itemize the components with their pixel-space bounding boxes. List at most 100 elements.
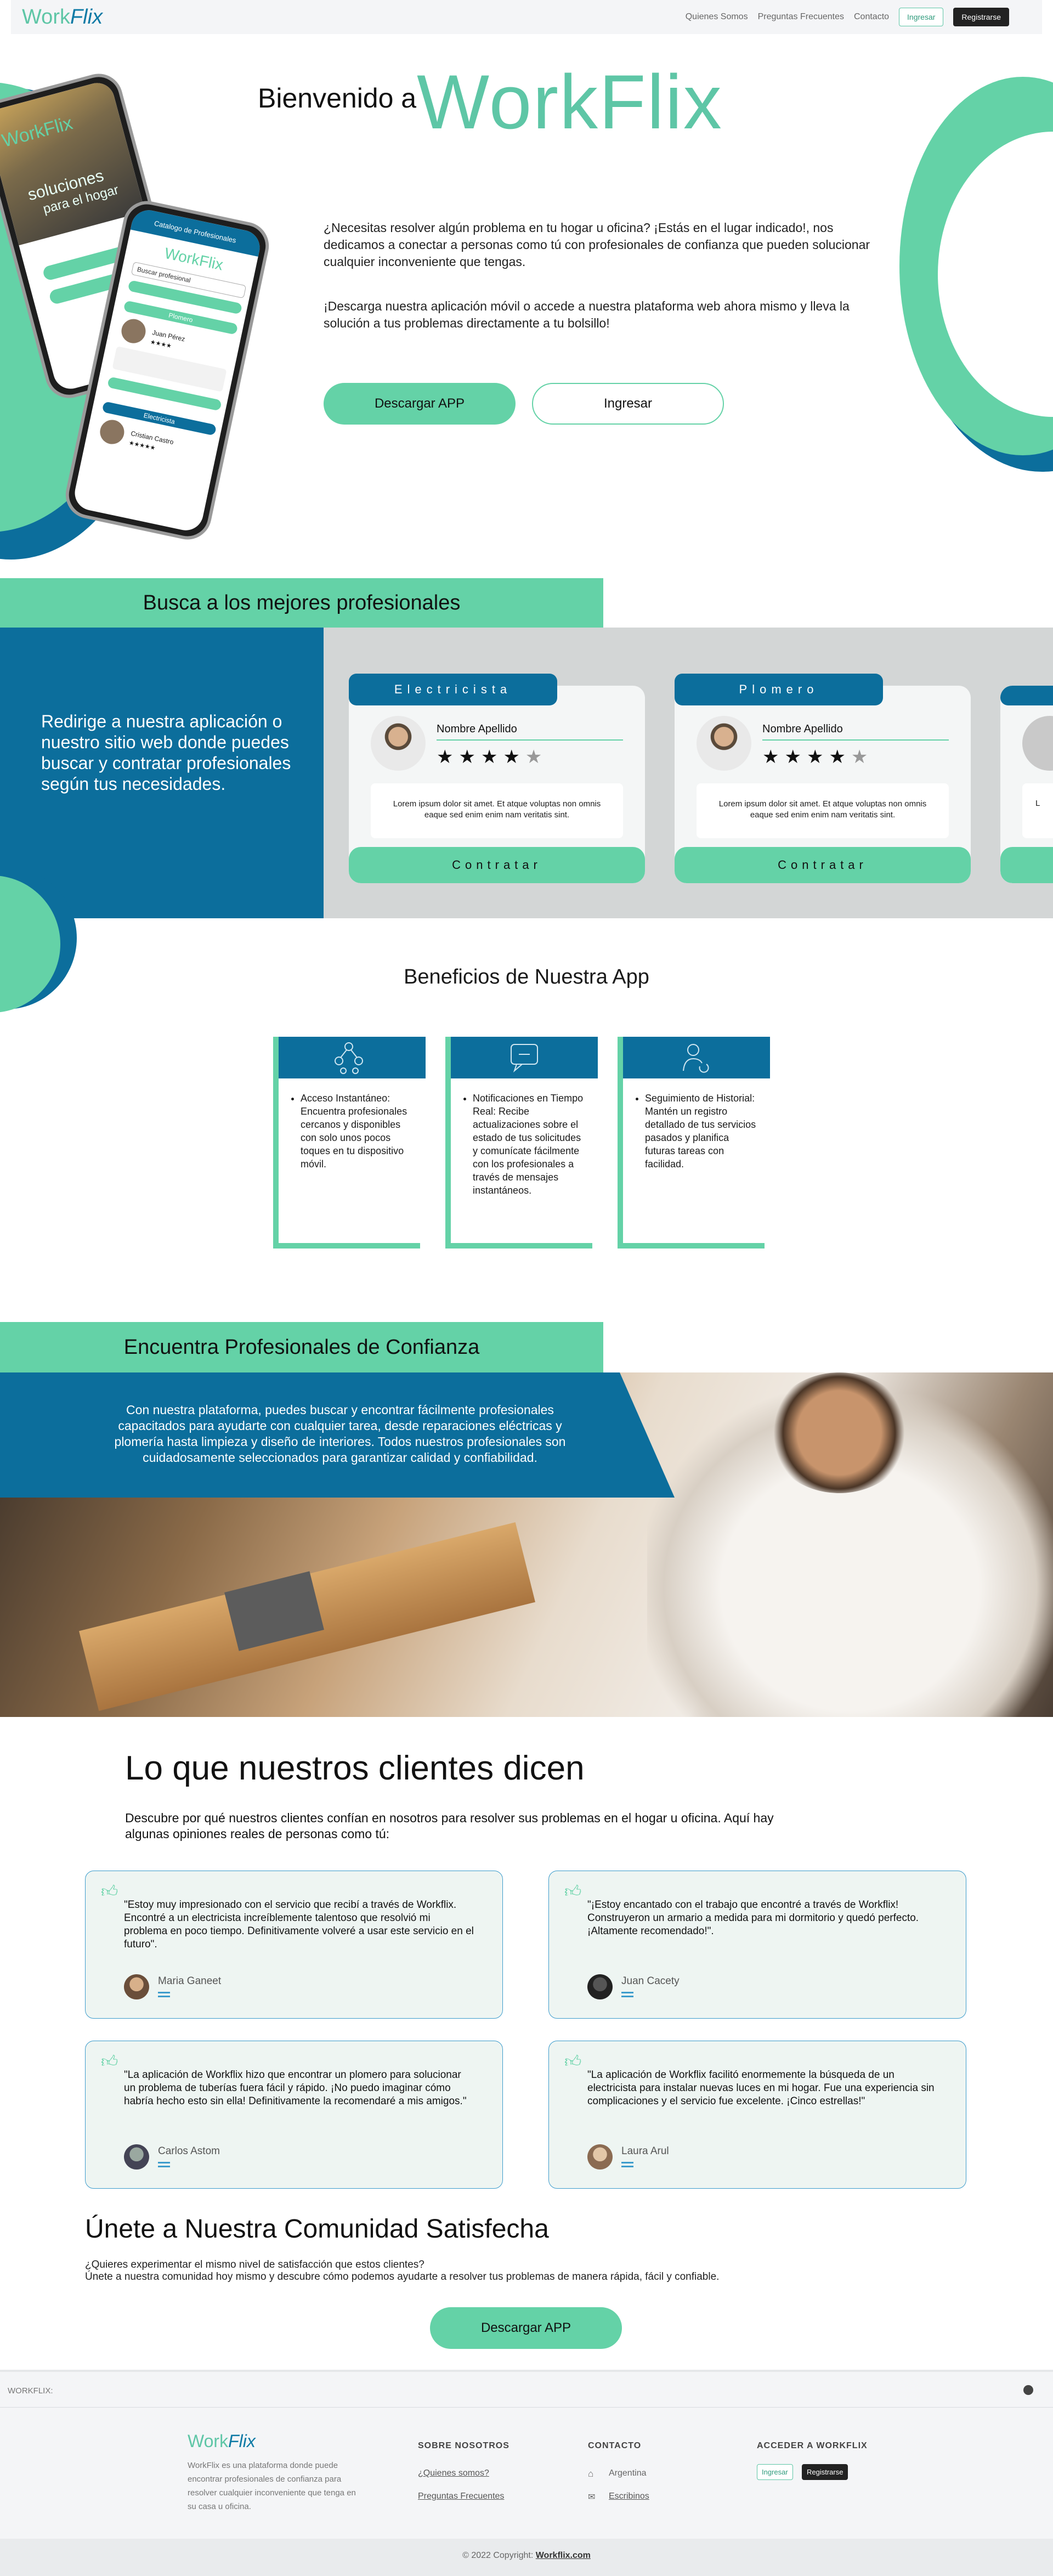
github-icon[interactable] xyxy=(1023,2385,1033,2395)
card-category-tab: Electricista xyxy=(349,674,557,705)
nav-link-contacto[interactable]: Contacto xyxy=(854,12,889,22)
hero-paragraph-1: ¿Necesitas resolver algún problema en tu… xyxy=(324,221,870,269)
benefit-header xyxy=(623,1037,770,1078)
testimonial-quote: "¡Estoy encantado con el trabajo que enc… xyxy=(587,1899,919,1937)
phone-front-avatar xyxy=(119,317,148,346)
copyright-prefix: © 2022 Copyright: xyxy=(462,2551,534,2560)
author-menu-icon xyxy=(621,1992,633,1997)
community-title: Únete a Nuestra Comunidad Satisfecha xyxy=(85,2215,549,2244)
navbar-links: Quienes Somos Preguntas Frecuentes Conta… xyxy=(686,0,1009,34)
testimonial-card-1: 👍︎ "Estoy muy impresionado con el servic… xyxy=(85,1871,503,2019)
top-navbar: WorkFlix Quienes Somos Preguntas Frecuen… xyxy=(11,0,1042,34)
community-line-1: ¿Quieres experimentar el mismo nivel de … xyxy=(85,2259,424,2270)
card-description: Lorem ipsum dolor sit amet. Et atque vol… xyxy=(697,783,949,838)
testimonials-subtitle: Descubre por qué nuestros clientes confí… xyxy=(125,1811,774,1841)
hero-welcome: Bienvenido a xyxy=(258,83,417,114)
footer-copyright: © 2022 Copyright: Workflix.com xyxy=(0,2551,1053,2561)
author-menu-icon xyxy=(158,1992,170,1997)
card-name-underline xyxy=(437,739,623,741)
testimonial-card-3: 👍︎ "La aplicación de Workflix hizo que e… xyxy=(85,2041,503,2189)
chat-icon xyxy=(511,1044,538,1073)
testimonial-author: Juan Cacety xyxy=(621,1975,680,1987)
avatar xyxy=(587,2144,613,2170)
thumbs-up-icon: 👍︎ xyxy=(564,1883,582,1901)
hero-paragraph-2: ¡Descarga nuestra aplicación móvil o acc… xyxy=(324,299,850,330)
phone-front-avatar2 xyxy=(98,417,127,447)
benefit-header xyxy=(279,1037,426,1078)
card-partial-desc: L xyxy=(1022,783,1053,838)
card-name: Nombre Apellido xyxy=(762,723,843,735)
footer-logo-flix: Flix xyxy=(228,2431,256,2451)
card-name: Nombre Apellido xyxy=(437,723,517,735)
footer-col1-title: SOBRE NOSOTROS xyxy=(418,2441,509,2450)
footer-link-preguntas[interactable]: Preguntas Frecuentes xyxy=(418,2492,504,2501)
testimonial-quote: "La aplicación de Workflix hizo que enco… xyxy=(124,2069,467,2107)
card-avatar xyxy=(371,716,426,771)
avatar xyxy=(124,2144,149,2170)
phone-front-stars: ★★★★ xyxy=(149,338,172,350)
author-menu-icon xyxy=(621,2162,633,2167)
testimonial-author: Laura Arul xyxy=(621,2145,669,2157)
footer-contact-argentina: Argentina xyxy=(609,2468,647,2478)
logo-text-flix: Flix xyxy=(70,5,103,29)
benefit-text: Seguimiento de Historial: Mantén un regi… xyxy=(645,1092,760,1171)
card-description: Lorem ipsum dolor sit amet. Et atque vol… xyxy=(371,783,623,838)
card-contratar-button[interactable]: Contratar xyxy=(349,847,645,883)
community-download-button[interactable]: Descargar APP xyxy=(430,2307,622,2349)
nav-login-button[interactable]: Ingresar xyxy=(899,8,944,26)
footer-col3-title: ACCEDER A WORKFLIX xyxy=(757,2441,868,2450)
testimonial-quote: "Estoy muy impresionado con el servicio … xyxy=(124,1899,474,1950)
copyright-link[interactable]: Workflix.com xyxy=(536,2551,591,2560)
footer-col2-title: CONTACTO xyxy=(588,2441,642,2450)
benefit-text: Acceso Instantáneo: Encuentra profesiona… xyxy=(301,1092,416,1171)
testimonial-card-2: 👍︎ "¡Estoy encantado con el trabajo que … xyxy=(548,1871,966,2019)
card-category-tab: Plomero xyxy=(675,674,883,705)
avatar xyxy=(124,1974,149,1999)
footer: WORKFLIX: WorkFlix WorkFlix es una plata… xyxy=(0,2370,1053,2576)
home-icon: ⌂ xyxy=(588,2468,594,2479)
trust-photo-head xyxy=(768,1372,910,1493)
footer-link-quienes[interactable]: ¿Quienes somos? xyxy=(418,2468,489,2478)
benefit-header xyxy=(451,1037,598,1078)
testimonial-author: Maria Ganeet xyxy=(158,1975,222,1987)
footer-logo-work: Work xyxy=(188,2431,229,2451)
footer-login-button[interactable]: Ingresar xyxy=(757,2464,793,2480)
thumbs-up-icon: 👍︎ xyxy=(101,1883,118,1901)
benefit-text: Notificaciones en Tiempo Real: Recibe ac… xyxy=(473,1092,588,1197)
author-menu-icon xyxy=(158,2162,170,2167)
nav-link-quienes-somos[interactable]: Quienes Somos xyxy=(686,12,748,22)
footer-bottom-divider xyxy=(0,2407,1053,2408)
community-line-2: Únete a nuestra comunidad hoy mismo y de… xyxy=(85,2271,720,2283)
nav-link-preguntas[interactable]: Preguntas Frecuentes xyxy=(758,12,844,22)
professional-card-partial: L xyxy=(1000,686,1053,883)
testimonials-title: Lo que nuestros clientes dicen xyxy=(125,1749,585,1787)
testimonial-card-4: 👍︎ "La aplicación de Workflix facilitó e… xyxy=(548,2041,966,2189)
benefit-card-notificaciones: Notificaciones en Tiempo Real: Recibe ac… xyxy=(445,1037,598,1249)
card-partial-tab xyxy=(1000,686,1053,705)
footer-top-divider xyxy=(0,2370,1053,2372)
navbar-logo[interactable]: WorkFlix xyxy=(22,5,103,29)
benefits-title: Beneficios de Nuestra App xyxy=(404,965,649,988)
hero-login-button[interactable]: Ingresar xyxy=(532,383,724,425)
avatar xyxy=(587,1974,613,1999)
card-avatar xyxy=(697,716,751,771)
footer-about: WorkFlix es una plataforma donde puede e… xyxy=(188,2461,356,2511)
logo-text-work: Work xyxy=(22,5,70,29)
hero-brand-logo: WorkFlix xyxy=(417,59,723,145)
thumbs-up-icon: 👍︎ xyxy=(101,2053,118,2071)
trust-text: Con nuestra plataforma, puedes buscar y … xyxy=(114,1403,566,1465)
testimonial-author: Carlos Astom xyxy=(158,2145,220,2157)
card-contratar-button[interactable]: Contratar xyxy=(675,847,971,883)
testimonial-quote: "La aplicación de Workflix facilitó enor… xyxy=(587,2069,935,2107)
hero-download-button[interactable]: Descargar APP xyxy=(324,383,516,425)
professional-card-electricista: Electricista Nombre Apellido ★★★★★ Lorem… xyxy=(349,674,645,883)
footer-register-button[interactable]: Registrarse xyxy=(802,2464,848,2480)
card-partial-button[interactable] xyxy=(1000,847,1053,883)
trust-title-band: Encuentra Profesionales de Confianza xyxy=(0,1322,603,1372)
benefit-card-seguimiento: Seguimiento de Historial: Mantén un regi… xyxy=(618,1037,770,1249)
search-title-band: Busca a los mejores profesionales xyxy=(0,578,603,628)
footer-contact-escribinos[interactable]: Escribinos xyxy=(609,2492,649,2501)
user-history-icon xyxy=(683,1044,709,1073)
nav-register-button[interactable]: Registrarse xyxy=(953,8,1009,26)
professional-card-plomero: Plomero Nombre Apellido ★★★★★ Lorem ipsu… xyxy=(675,674,971,883)
